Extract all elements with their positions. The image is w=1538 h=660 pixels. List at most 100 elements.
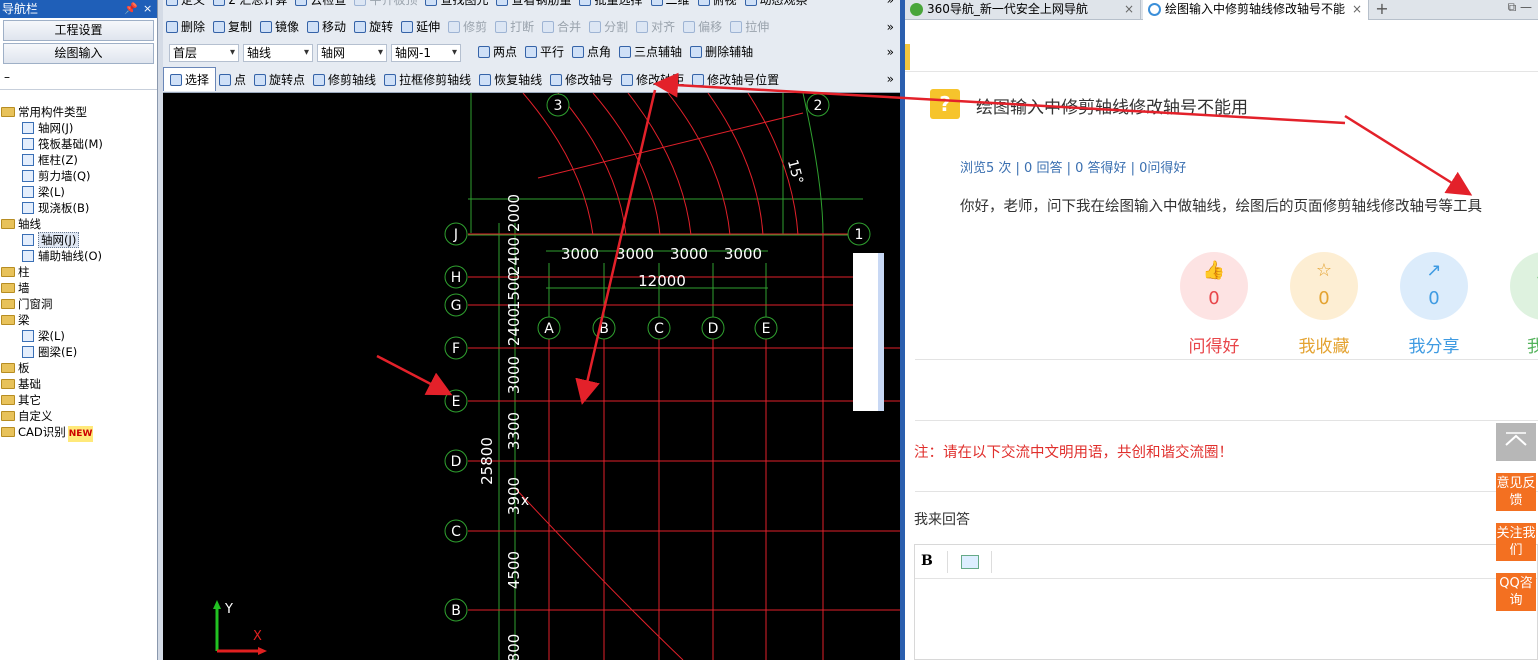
- tree-item[interactable]: CAD识别 NEW: [0, 424, 157, 442]
- toolbar-button[interactable]: 拉伸: [727, 15, 774, 39]
- toolbar-button[interactable]: 查看钢筋量: [493, 0, 576, 12]
- tree-item[interactable]: 其它: [0, 392, 157, 408]
- toolbar-overflow-icon[interactable]: »: [887, 0, 894, 12]
- answer-editor[interactable]: B: [914, 544, 1538, 660]
- follow-us-button[interactable]: 关注我们: [1496, 523, 1536, 561]
- bold-button[interactable]: B: [921, 553, 933, 569]
- action-button[interactable]: 👍 0 问得好: [1169, 252, 1259, 357]
- component-icon: [22, 138, 34, 150]
- pin-icon[interactable]: 📌: [124, 0, 138, 18]
- toolbar-button[interactable]: 平齐板顶: [351, 0, 422, 12]
- toolbar-button[interactable]: 修剪轴线: [310, 68, 381, 91]
- action-button[interactable]: △ 我举: [1499, 252, 1538, 357]
- toolbar-button[interactable]: 三点辅轴: [616, 40, 687, 64]
- toolbar-button[interactable]: 修改轴号位置: [689, 68, 784, 91]
- tree-item-label: 板: [18, 361, 30, 375]
- tree-item[interactable]: 剪力墙(Q): [0, 168, 157, 184]
- toolbar-button[interactable]: 修改轴距: [618, 68, 689, 91]
- toolbar-button[interactable]: Σ 汇总计算: [210, 0, 292, 12]
- toolbar-button[interactable]: 点角: [569, 40, 616, 64]
- toolbar-button[interactable]: 旋转点: [251, 68, 310, 91]
- tree-item[interactable]: 墙: [0, 280, 157, 296]
- toolbar-overflow-icon[interactable]: »: [887, 67, 894, 91]
- project-settings-button[interactable]: 工程设置: [3, 20, 154, 41]
- layer-dropdown[interactable]: 首层: [169, 43, 239, 62]
- toolbar-button[interactable]: 平行: [522, 40, 569, 64]
- toolbar-button[interactable]: 删除: [163, 15, 210, 39]
- tree-item[interactable]: 门窗洞: [0, 296, 157, 312]
- qq-consult-button[interactable]: QQ咨询: [1496, 573, 1536, 611]
- toolbar-button[interactable]: 拉框修剪轴线: [381, 68, 476, 91]
- tree-item[interactable]: 现浇板(B): [0, 200, 157, 216]
- tool-icon: [354, 21, 367, 33]
- page-favicon-icon: [1148, 3, 1161, 16]
- insert-image-icon[interactable]: [961, 555, 979, 569]
- toolbar-button[interactable]: 移动: [304, 15, 351, 39]
- layer-dropdown[interactable]: 轴线: [243, 43, 313, 62]
- action-button[interactable]: ↗ 0 我分享: [1389, 252, 1479, 357]
- toolbar-button[interactable]: 对齐: [633, 15, 680, 39]
- toolbar-button[interactable]: 延伸: [398, 15, 445, 39]
- tree-item[interactable]: 梁(L): [0, 328, 157, 344]
- toolbar-button[interactable]: 分割: [586, 15, 633, 39]
- tree-item[interactable]: 常用构件类型: [0, 104, 157, 120]
- drawing-input-button[interactable]: 绘图输入: [3, 43, 154, 64]
- tree-item[interactable]: 轴网(J): [0, 120, 157, 136]
- toolbar-button[interactable]: 查找图元: [422, 0, 493, 12]
- feedback-button[interactable]: 意见反馈: [1496, 473, 1536, 511]
- tab-close-icon[interactable]: ×: [1124, 0, 1134, 19]
- toolbar-button[interactable]: 定义: [163, 0, 210, 12]
- tree-item-label: 自定义: [18, 409, 53, 423]
- toolbar-button[interactable]: 恢复轴线: [476, 68, 547, 91]
- tree-item[interactable]: 框柱(Z): [0, 152, 157, 168]
- drawing-canvas[interactable]: J H G F E D C B A B C D E 3 2 1 3000 3000 3000 3000 12000 200…: [163, 93, 900, 660]
- back-to-top-button[interactable]: [1496, 423, 1536, 461]
- layer-dropdown[interactable]: 轴网: [317, 43, 387, 62]
- toolbar-button[interactable]: 修剪: [445, 15, 492, 39]
- tree-item[interactable]: 轴网(J): [0, 232, 157, 248]
- tab-360-navigation[interactable]: 360导航_新一代安全上网导航 ×: [905, 0, 1141, 20]
- toolbar-overflow-icon[interactable]: »: [887, 40, 894, 64]
- toolbar-button[interactable]: 修改轴号: [547, 68, 618, 91]
- toolbar-button[interactable]: 镜像: [257, 15, 304, 39]
- tool-icon: [213, 21, 226, 33]
- toolbar-button[interactable]: 合并: [539, 15, 586, 39]
- layer-dropdown[interactable]: 轴网-1: [391, 43, 461, 62]
- toolbar-button[interactable]: 旋转: [351, 15, 398, 39]
- axis-inner-e-label: E: [762, 321, 771, 337]
- toolbar-button[interactable]: 复制: [210, 15, 257, 39]
- navigation-toolbar: –: [0, 70, 157, 90]
- toolbar-button[interactable]: 云检查: [292, 0, 351, 12]
- collapse-icon[interactable]: –: [4, 70, 10, 84]
- tab-close-icon[interactable]: ×: [1348, 0, 1362, 19]
- tree-item[interactable]: 筏板基础(M): [0, 136, 157, 152]
- tree-item[interactable]: 辅助轴线(O): [0, 248, 157, 264]
- toolbar-button[interactable]: 批量选择: [576, 0, 647, 12]
- toolbar-button[interactable]: 俯视: [695, 0, 742, 12]
- tree-item[interactable]: 轴线: [0, 216, 157, 232]
- tree-item[interactable]: 基础: [0, 376, 157, 392]
- toolbar-overflow-icon[interactable]: »: [887, 15, 894, 39]
- tree-item[interactable]: 圈梁(E): [0, 344, 157, 360]
- window-controls[interactable]: ⧉ —: [1508, 0, 1532, 15]
- divider-line: [915, 359, 1538, 360]
- close-icon[interactable]: ×: [143, 0, 152, 18]
- new-tab-button[interactable]: +: [1371, 0, 1393, 20]
- tool-icon: [589, 21, 602, 33]
- tree-item[interactable]: 自定义: [0, 408, 157, 424]
- tab-question-page[interactable]: 绘图输入中修剪轴线修改轴号不能 ×: [1143, 0, 1369, 20]
- tree-item[interactable]: 板: [0, 360, 157, 376]
- toolbar-button[interactable]: 二维: [648, 0, 695, 12]
- toolbar-button[interactable]: 两点: [475, 40, 522, 64]
- toolbar-button[interactable]: 点: [216, 68, 251, 91]
- tree-item[interactable]: 梁(L): [0, 184, 157, 200]
- toolbar-button[interactable]: 删除辅轴: [687, 40, 758, 64]
- dimension-label: 1500: [505, 272, 523, 310]
- tree-item[interactable]: 柱: [0, 264, 157, 280]
- action-button[interactable]: ☆ 0 我收藏: [1279, 252, 1369, 357]
- tree-item[interactable]: 梁: [0, 312, 157, 328]
- toolbar-button[interactable]: 偏移: [680, 15, 727, 39]
- toolbar-button[interactable]: 打断: [492, 15, 539, 39]
- toolbar-button[interactable]: 动态观察: [742, 0, 813, 12]
- toolbar-button[interactable]: 选择: [163, 67, 217, 91]
